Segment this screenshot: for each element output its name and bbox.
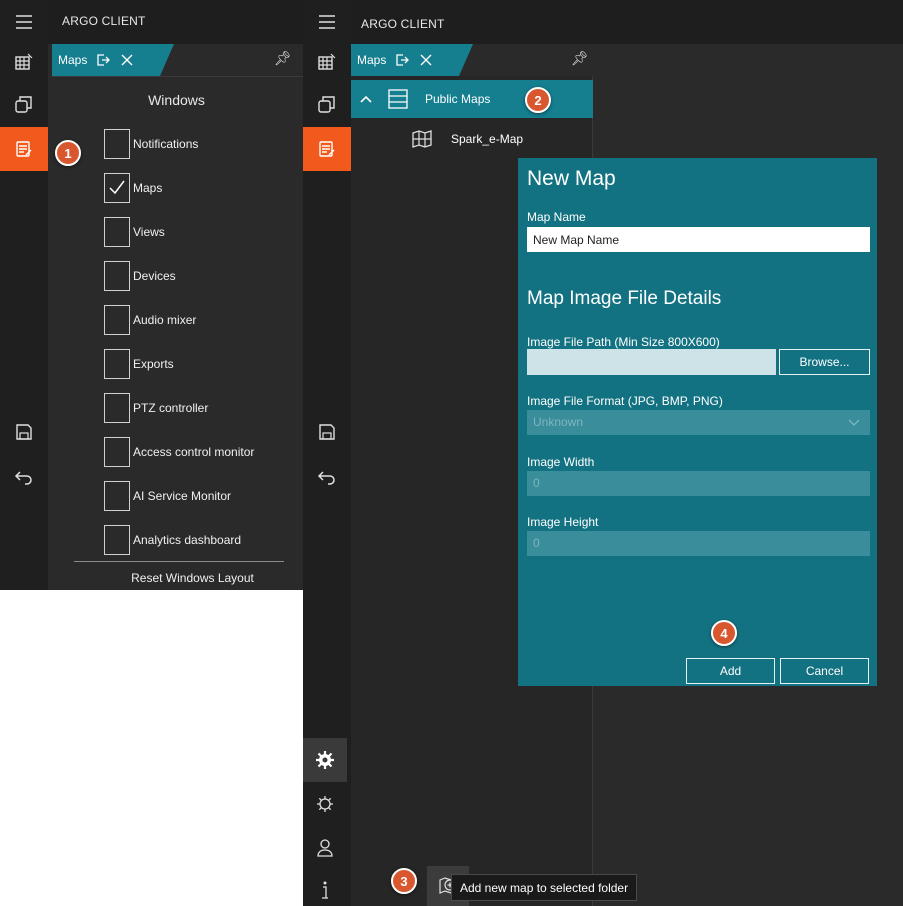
image-width-input[interactable]: 0 (527, 471, 870, 496)
maps-tab[interactable]: Maps (351, 44, 473, 76)
tab-label: Maps (58, 53, 88, 67)
checkbox[interactable] (104, 305, 130, 335)
new-view-icon[interactable] (303, 40, 351, 84)
windows-panel-icon[interactable] (303, 127, 351, 171)
new-map-dialog: New Map Map Name Map Image File Details … (518, 158, 877, 686)
divider (74, 561, 284, 562)
window-checkbox-exports[interactable]: Exports (104, 348, 174, 380)
app-title: ARGO CLIENT (62, 14, 146, 28)
windows-title: Windows (148, 92, 205, 108)
checkmark-icon (109, 180, 125, 195)
undo-icon[interactable] (0, 455, 48, 499)
user-icon[interactable] (303, 826, 347, 870)
pin-icon[interactable]: 📌︎ (274, 50, 292, 67)
new-view-icon[interactable] (0, 40, 48, 84)
window-checkbox-views[interactable]: Views (104, 216, 165, 248)
windows-icon[interactable] (0, 82, 48, 126)
chevron-up-icon[interactable] (359, 92, 373, 106)
checkbox[interactable] (104, 129, 130, 159)
tab-label: Maps (357, 53, 387, 67)
step-badge-3: 3 (391, 868, 417, 894)
pin-icon[interactable]: 📌︎ (571, 50, 589, 67)
image-height-label: Image Height (527, 515, 599, 529)
right-screenshot-panel: ARGO CLIENT Maps 📌︎ Public Maps 2 Spark_… (303, 0, 903, 906)
checkbox[interactable] (104, 217, 130, 247)
image-format-value: Unknown (533, 415, 584, 429)
info-icon[interactable] (303, 868, 347, 906)
cancel-button[interactable]: Cancel (780, 658, 869, 684)
checkbox[interactable] (104, 261, 130, 291)
undock-icon[interactable] (95, 52, 111, 68)
step-badge-4: 4 (711, 620, 737, 646)
checkbox[interactable] (104, 349, 130, 379)
map-icon (412, 130, 432, 148)
app-title: ARGO CLIENT (361, 17, 445, 31)
undo-icon[interactable] (303, 455, 351, 499)
checkbox[interactable] (104, 437, 130, 467)
window-checkbox-access-control-monitor[interactable]: Access control monitor (104, 436, 254, 468)
server-folder-icon (388, 89, 408, 109)
checkbox-checked[interactable] (104, 173, 130, 203)
checkbox[interactable] (104, 481, 130, 511)
map-name-input[interactable] (527, 227, 870, 252)
add-button[interactable]: Add (686, 658, 775, 684)
window-checkbox-notifications[interactable]: Notifications (104, 128, 198, 160)
close-icon[interactable] (119, 52, 135, 68)
windows-panel-icon[interactable] (0, 127, 48, 171)
step-badge-1: 1 (55, 140, 81, 166)
window-checkbox-ai-service-monitor[interactable]: AI Service Monitor (104, 480, 231, 512)
hamburger-menu-icon[interactable] (0, 0, 48, 44)
save-icon[interactable] (303, 410, 351, 454)
window-checkbox-analytics-dashboard[interactable]: Analytics dashboard (104, 524, 241, 556)
image-path-label: Image File Path (Min Size 800X600) (527, 335, 720, 349)
system-settings-icon[interactable] (303, 782, 347, 826)
image-height-value: 0 (533, 536, 540, 550)
close-icon[interactable] (418, 52, 434, 68)
hamburger-menu-icon[interactable] (303, 0, 351, 44)
image-path-input[interactable] (527, 349, 776, 375)
window-checkbox-devices[interactable]: Devices (104, 260, 176, 292)
reset-windows-layout-button[interactable]: Reset Windows Layout (50, 571, 303, 585)
tree-item-spark-emap[interactable]: Spark_e-Map (411, 128, 591, 152)
windows-icon[interactable] (303, 82, 351, 126)
section-title: Map Image File Details (527, 288, 722, 309)
image-width-value: 0 (533, 476, 540, 490)
step-badge-2: 2 (525, 87, 551, 113)
chevron-down-icon (848, 419, 860, 426)
tree-folder-label: Public Maps (425, 92, 491, 106)
browse-button[interactable]: Browse... (779, 349, 870, 375)
settings-icon[interactable] (303, 738, 347, 782)
tree-item-public-maps[interactable]: Public Maps (351, 80, 593, 118)
window-checkbox-ptz-controller[interactable]: PTZ controller (104, 392, 208, 424)
image-width-label: Image Width (527, 455, 595, 469)
window-checkbox-audio-mixer[interactable]: Audio mixer (104, 304, 196, 336)
image-format-select[interactable]: Unknown (527, 410, 870, 435)
tab-divider (52, 76, 303, 77)
map-name-label: Map Name (527, 210, 586, 224)
image-height-input[interactable]: 0 (527, 531, 870, 556)
save-icon[interactable] (0, 410, 48, 454)
tree-map-label: Spark_e-Map (451, 132, 524, 146)
window-checkbox-maps[interactable]: Maps (104, 172, 162, 204)
undock-icon[interactable] (394, 52, 410, 68)
image-format-label: Image File Format (JPG, BMP, PNG) (527, 394, 723, 408)
left-screenshot-panel: ARGO CLIENT 1 Maps 📌︎ Windows Notificati… (0, 0, 303, 590)
maps-tab[interactable]: Maps (52, 44, 174, 76)
add-map-tooltip: Add new map to selected folder (451, 874, 638, 901)
checkbox[interactable] (104, 525, 130, 555)
checkbox[interactable] (104, 393, 130, 423)
dialog-title: New Map (527, 167, 616, 190)
